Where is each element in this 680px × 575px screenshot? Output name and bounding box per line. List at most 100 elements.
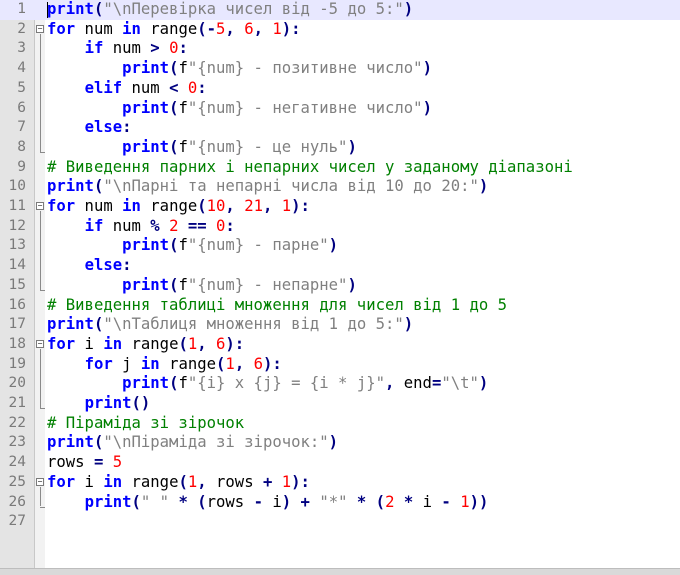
code-line[interactable]: 20 print(f"{i} x {j} = {i * j}", end="\t… <box>0 374 680 394</box>
code-line[interactable]: 19 for j in range(1, 6): <box>0 355 680 375</box>
code-line[interactable]: 27 <box>0 512 680 532</box>
code-token: i <box>75 472 104 491</box>
code-line[interactable]: 17 print("\nТаблиця множення від 1 до 5:"… <box>0 315 680 335</box>
code-token: , <box>234 354 254 373</box>
code-text: for num in range(-5, 6, 1): <box>47 20 301 40</box>
code-token: ( <box>197 197 207 215</box>
code-token: ) <box>328 236 339 255</box>
fold-guide-end <box>40 506 45 508</box>
code-keyword: else <box>84 256 123 275</box>
code-keyword: print <box>84 394 132 412</box>
code-token: : <box>178 39 188 58</box>
code-token: ): <box>225 334 245 353</box>
code-number: 1 <box>460 492 470 511</box>
code-string: "\nПіраміда зі зірочок:" <box>103 433 329 452</box>
code-token: ( <box>93 315 104 334</box>
code-text: if num > 0: <box>47 39 188 59</box>
code-number: 6 <box>244 19 254 38</box>
code-token: * <box>178 492 188 511</box>
code-text: print("\nПіраміда зі зірочок:") <box>47 433 338 453</box>
code-text: for i in range(1, 6): <box>47 335 244 355</box>
code-keyword: print <box>84 492 132 511</box>
fold-toggle-icon[interactable]: − <box>36 202 44 210</box>
code-string: "{num} - непарне" <box>187 275 348 294</box>
line-number: 24 <box>8 454 26 471</box>
code-line[interactable]: 6 print(f"{num} - негативне число") <box>0 99 680 119</box>
code-line[interactable]: 10 print("\nПарні та непарні числа від 10… <box>0 177 680 197</box>
code-comment: # Виведення таблиці множення для чисел в… <box>47 295 508 314</box>
code-string: "\nПеревірка чисел від -5 до 5:" <box>103 0 404 18</box>
code-token: ( <box>93 433 104 452</box>
code-text: rows = 5 <box>47 453 122 473</box>
code-number: 1 <box>225 354 235 373</box>
code-line[interactable]: 1 print("\nПеревірка чисел від -5 до 5:") <box>0 0 680 20</box>
code-token: range <box>122 334 179 353</box>
code-line[interactable]: 5 elif num < 0: <box>0 79 680 99</box>
fold-guide <box>40 211 41 290</box>
code-token: ) <box>422 59 432 78</box>
code-token: range <box>140 197 198 215</box>
code-line[interactable]: 15 print(f"{num} - непарне") <box>0 276 680 296</box>
code-token: i <box>262 492 282 511</box>
code-keyword: print <box>47 177 94 196</box>
fold-guide <box>40 348 41 408</box>
code-number: 1 <box>187 334 198 353</box>
code-text: print(f"{i} x {j} = {i * j}", end="\t") <box>47 374 488 394</box>
code-text: if num % 2 == 0: <box>47 217 235 237</box>
code-line[interactable]: 21 print() <box>0 394 680 414</box>
code-line[interactable]: 14 else: <box>0 256 680 276</box>
code-line[interactable]: 13 print(f"{num} - парне") <box>0 236 680 256</box>
code-keyword: print <box>122 374 170 393</box>
code-line[interactable]: 22 # Піраміда зі зірочок <box>0 414 680 434</box>
line-number: 18 <box>8 335 26 352</box>
fold-toggle-icon[interactable]: − <box>36 477 44 486</box>
code-token: ( <box>197 492 207 511</box>
code-token: num <box>75 19 123 38</box>
code-line[interactable]: 9 # Виведення парних і непарних чисел у з… <box>0 158 680 178</box>
line-number: 16 <box>8 296 26 313</box>
code-line[interactable]: 7 else: <box>0 118 680 138</box>
code-line[interactable]: 4 print(f"{num} - позитивне число") <box>0 59 680 79</box>
line-number: 4 <box>17 60 26 77</box>
code-comment: # Виведення парних і непарних чисел у за… <box>47 157 573 176</box>
code-token: : <box>225 216 235 235</box>
code-token: > <box>150 39 160 58</box>
code-token: ) <box>403 0 414 18</box>
code-keyword: else <box>84 118 123 137</box>
code-line[interactable]: 26 print(" " * (rows - i) + "*" * (2 * i… <box>0 493 680 513</box>
line-number: 2 <box>17 20 26 37</box>
fold-toggle-icon[interactable]: − <box>36 339 44 348</box>
code-line[interactable]: 8 print(f"{num} - це нуль") <box>0 138 680 158</box>
code-text: print(f"{num} - негативне число") <box>47 99 432 119</box>
code-line[interactable]: 12 if num % 2 == 0: <box>0 217 680 237</box>
code-line[interactable]: 18 − for i in range(1, 6): <box>0 335 680 355</box>
code-line[interactable]: 23 print("\nПіраміда зі зірочок:") <box>0 433 680 453</box>
code-token: == <box>187 216 207 235</box>
fold-guide-end <box>40 151 45 153</box>
code-token: range <box>122 472 179 491</box>
code-line[interactable]: 25 − for i in range(1, rows + 1): <box>0 473 680 493</box>
code-string: " " <box>140 492 170 511</box>
code-editor[interactable]: 1 print("\nПеревірка чисел від -5 до 5:")… <box>0 0 680 575</box>
fold-toggle-icon[interactable]: − <box>36 24 44 33</box>
code-token: f <box>178 374 188 393</box>
code-token: * <box>403 492 414 511</box>
line-number: 26 <box>8 493 26 510</box>
code-line[interactable]: 2 − for num in range(-5, 6, 1): <box>0 20 680 40</box>
code-keyword: print <box>47 315 94 334</box>
code-line[interactable]: 3 if num > 0: <box>0 39 680 59</box>
code-line[interactable]: 11 − for num in range(10, 21, 1): <box>0 197 680 217</box>
code-line[interactable]: 24 rows = 5 <box>0 453 680 473</box>
code-line[interactable]: 16 # Виведення таблиці множення для чисел… <box>0 296 680 316</box>
code-text: else: <box>47 118 132 138</box>
code-number: 21 <box>244 197 263 215</box>
